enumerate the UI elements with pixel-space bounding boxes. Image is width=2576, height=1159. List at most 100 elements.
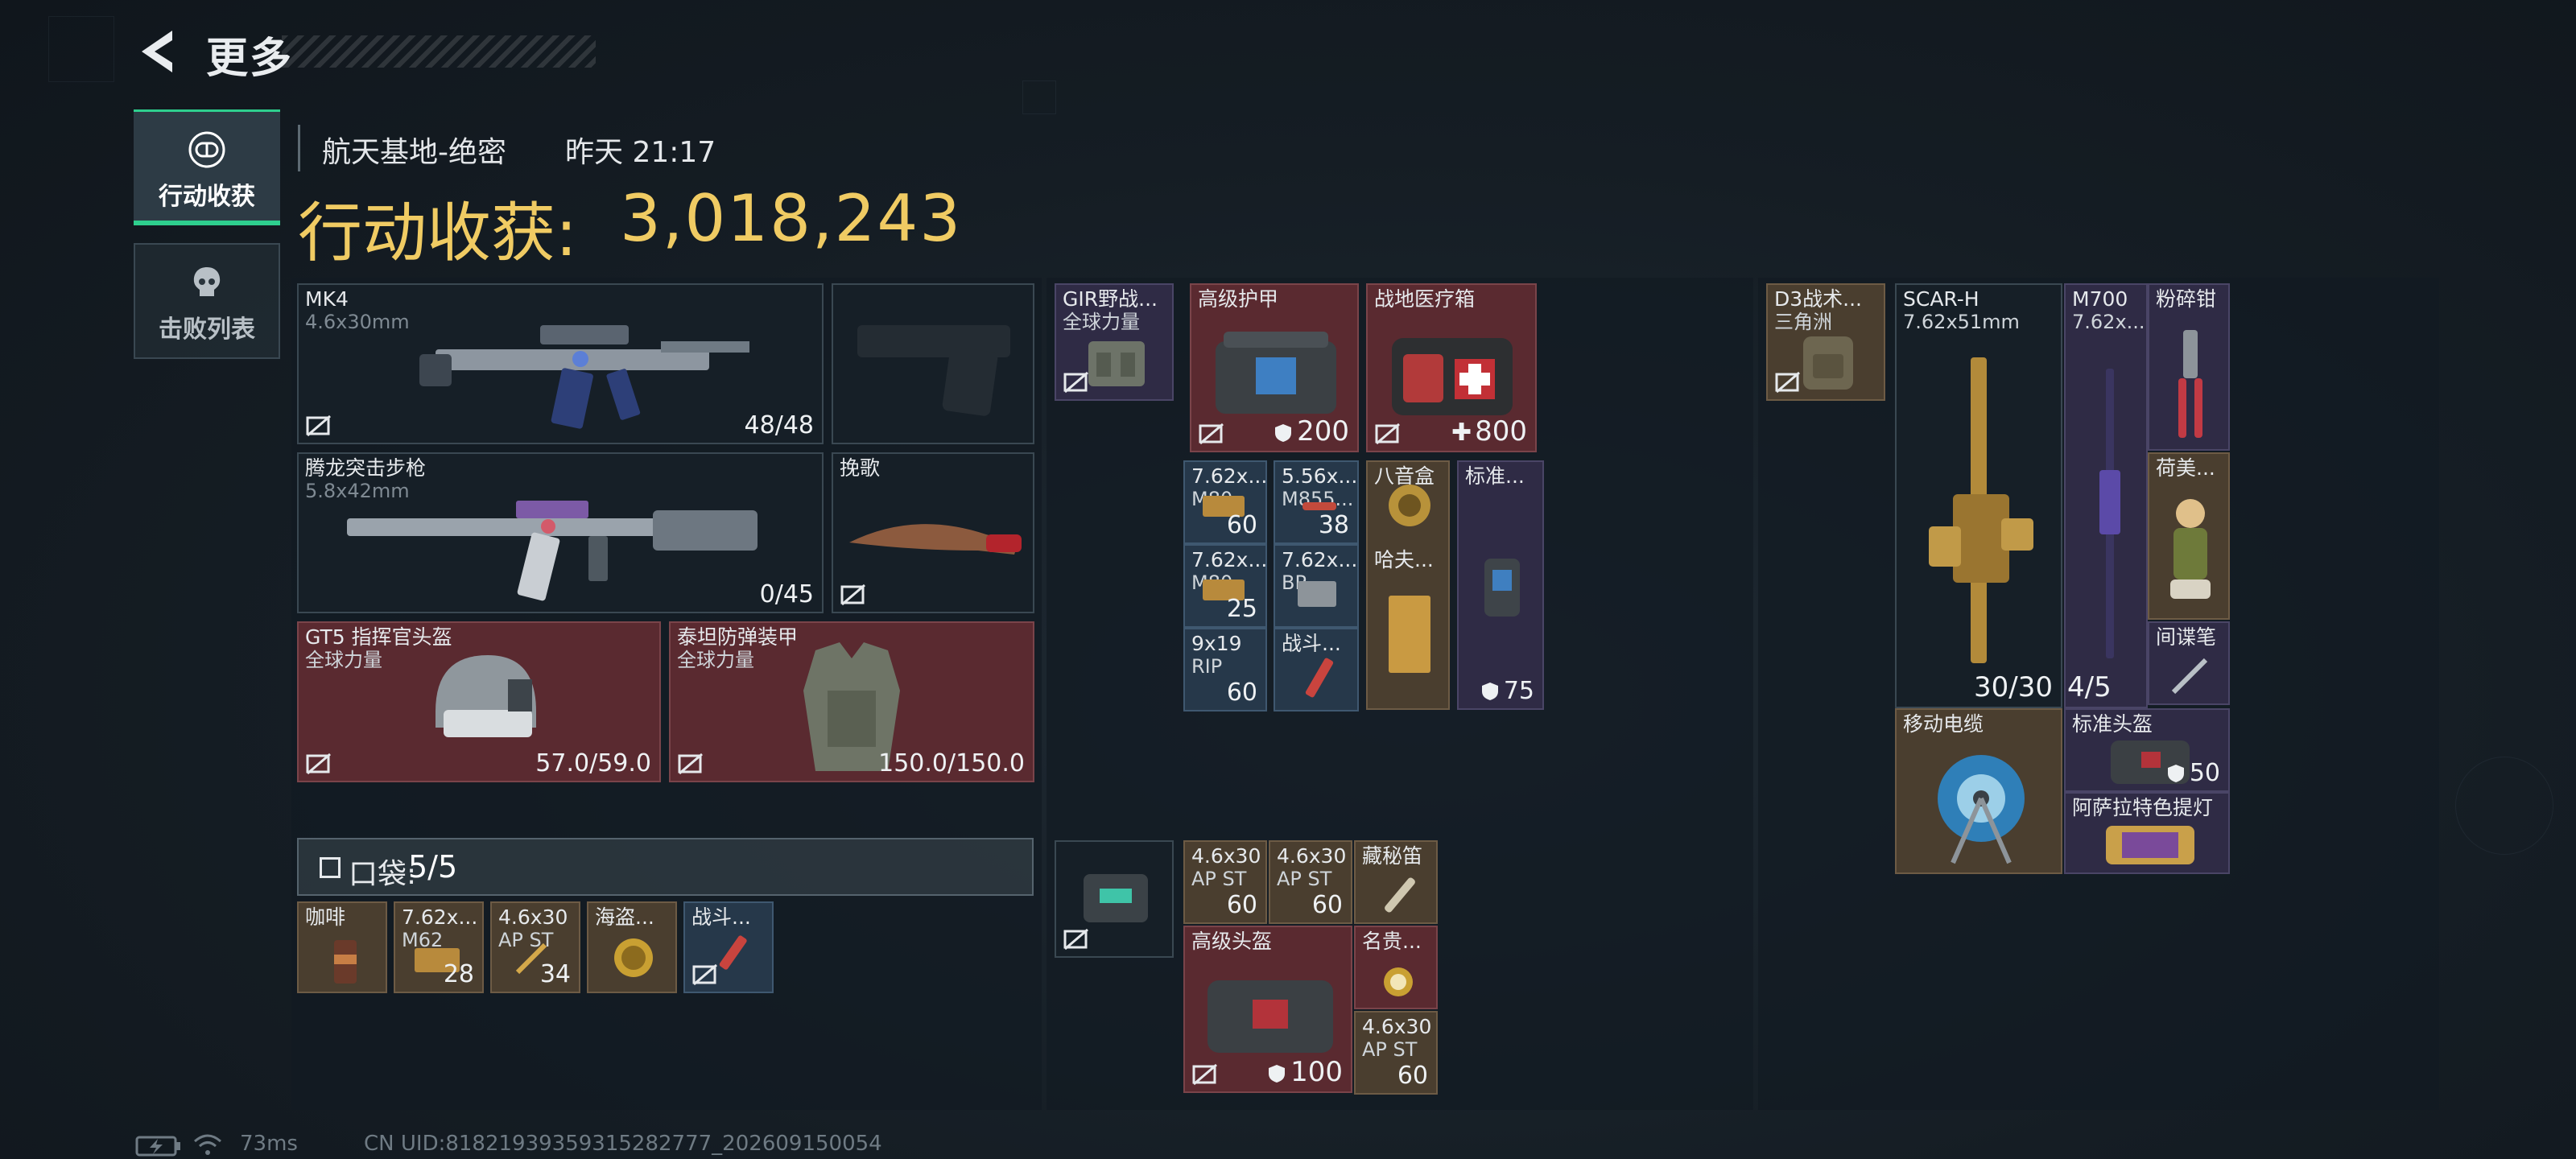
stim-injector-icon xyxy=(1305,658,1334,698)
no-insure-icon xyxy=(1199,423,1224,445)
backpack-item[interactable]: 阿萨拉特色提灯 xyxy=(2064,792,2230,874)
tab-kill-list[interactable]: 击败列表 xyxy=(134,243,280,359)
helmet-slot[interactable]: GT5 指挥官头盔 全球力量 57.0/59.0 xyxy=(297,621,661,782)
rifle-icon xyxy=(419,325,749,429)
item-name: 海盗... xyxy=(595,905,654,929)
item-tag: 全球力量 xyxy=(305,649,382,671)
armor-slot[interactable]: 泰坦防弹装甲 全球力量 150.0/150.0 xyxy=(669,621,1034,782)
rig-item[interactable]: 标准... 75 xyxy=(1457,460,1544,710)
heal-value: 800 xyxy=(1475,415,1527,448)
ammo-count: 30/30 xyxy=(1974,671,2053,703)
durability: 200 xyxy=(1274,415,1349,448)
item-name: 5.56x... xyxy=(1282,464,1358,488)
pocket-item[interactable]: 4.6x30 AP ST 34 xyxy=(490,901,580,993)
title-hatch-decoration xyxy=(282,35,596,68)
durability: 75 xyxy=(1481,677,1534,705)
figurine-icon xyxy=(2170,499,2211,599)
lantern-icon xyxy=(2106,826,2194,864)
no-insure-icon xyxy=(1063,371,1088,394)
pocket-label: 口袋: xyxy=(349,858,417,891)
pocket-item[interactable]: 战斗... xyxy=(683,901,774,993)
tab-label: 行动收获 xyxy=(159,183,255,211)
back-button[interactable] xyxy=(135,27,184,76)
durability-value: 75 xyxy=(1503,677,1534,705)
ammo-box-icon xyxy=(1298,581,1336,607)
item-name: 泰坦防弹装甲 xyxy=(677,625,799,649)
bag-item[interactable]: 名贵... xyxy=(1354,926,1438,1009)
item-name: 阿萨拉特色提灯 xyxy=(2072,796,2214,819)
pistol-slot[interactable] xyxy=(832,283,1034,444)
item-name: 移动电缆 xyxy=(1903,712,1984,736)
rig-item[interactable]: 八音盒 哈夫... xyxy=(1366,460,1450,710)
bag-item[interactable]: 4.6x30 AP ST 60 xyxy=(1269,840,1352,924)
item-name: 4.6x30 xyxy=(1362,1015,1432,1038)
shield-icon xyxy=(1275,424,1292,442)
item-name: 9x19 xyxy=(1191,632,1242,655)
item-name: 间谍笔 xyxy=(2156,625,2217,649)
rig-item[interactable]: 高级护甲 200 xyxy=(1190,283,1359,452)
durability-value: 100 xyxy=(1290,1056,1343,1088)
item-count: 60 xyxy=(1226,891,1257,919)
backpack-item[interactable]: 粉碎钳 xyxy=(2148,283,2230,451)
melee-slot[interactable]: 挽歌 xyxy=(832,452,1034,613)
bag-item[interactable]: 4.6x30 AP ST 60 xyxy=(1354,1011,1438,1095)
item-name: 战斗... xyxy=(691,905,751,929)
durability: 57.0/59.0 xyxy=(535,749,651,777)
bg-decoration xyxy=(2455,757,2553,855)
tab-label: 击败列表 xyxy=(159,316,255,344)
bag-item[interactable]: 高级头盔 100 xyxy=(1183,926,1352,1093)
secure-case-slot[interactable] xyxy=(1055,840,1174,958)
backpack-item[interactable]: 间谍笔 xyxy=(2148,621,2230,705)
backpack-item[interactable]: 荷美... xyxy=(2148,452,2230,620)
gain-value: 3,018,243 xyxy=(620,181,963,256)
backpack-item[interactable]: SCAR-H 7.62x51mm 30/30 xyxy=(1895,283,2062,708)
skull-icon xyxy=(193,267,221,296)
item-caliber: 7.62x... xyxy=(2072,311,2145,333)
user-uid: CN UID:81821939359315282777_202609150054 xyxy=(364,1132,882,1156)
item-count: 25 xyxy=(1226,595,1257,623)
item-name: 高级护甲 xyxy=(1198,287,1279,311)
ammo-count: 0/45 xyxy=(759,580,814,608)
rig-item[interactable]: 战地医疗箱 ✚ 800 xyxy=(1366,283,1537,452)
durability-value: 50 xyxy=(2189,759,2220,787)
tab-loot-gain[interactable]: 行动收获 xyxy=(134,109,280,225)
durability: 50 xyxy=(2167,759,2220,787)
no-insure-icon xyxy=(1775,371,1800,394)
bag-item[interactable]: 藏秘笛 xyxy=(1354,840,1438,924)
rig-item[interactable]: 7.62x... M80 25 xyxy=(1183,544,1267,628)
item-name: GIR野战... xyxy=(1063,287,1158,311)
item-name: D3战术... xyxy=(1774,287,1862,311)
durability-value: 200 xyxy=(1297,415,1349,448)
rig-item[interactable]: 9x19 RIP 60 xyxy=(1183,628,1267,711)
backpack-slot[interactable]: D3战术... 三角洲 xyxy=(1766,283,1885,401)
divider xyxy=(298,125,300,171)
rig-item[interactable]: 5.56x... M855... 38 xyxy=(1274,460,1359,544)
pocket-item[interactable]: 7.62x... M62 28 xyxy=(394,901,484,993)
medkit-icon xyxy=(1392,338,1513,415)
durability: 100 xyxy=(1268,1056,1343,1088)
rig-item[interactable]: 7.62x... M80 60 xyxy=(1183,460,1267,544)
bg-decoration xyxy=(48,16,114,82)
secondary-weapon-slot[interactable]: 腾龙突击步枪 5.8x42mm 0/45 xyxy=(297,452,824,613)
pocket-item[interactable]: 咖啡 xyxy=(297,901,387,993)
pocket-item[interactable]: 海盗... xyxy=(587,901,677,993)
primary-weapon-slot[interactable]: MK4 4.6x30mm 48/48 xyxy=(297,283,824,444)
backpack-item[interactable]: 移动电缆 xyxy=(1895,708,2062,874)
chest-rig-slot[interactable]: GIR野战... 全球力量 xyxy=(1055,283,1174,401)
item-name: 腾龙突击步枪 xyxy=(305,456,427,480)
item-count: 60 xyxy=(1311,891,1343,919)
durability: 150.0/150.0 xyxy=(878,749,1025,777)
rig-item[interactable]: 7.62x... BP xyxy=(1274,544,1359,628)
backpack-item[interactable]: 标准头盔 50 xyxy=(2064,708,2230,792)
no-insure-icon xyxy=(692,963,717,986)
shield-icon xyxy=(1481,683,1498,700)
pocket-capacity: 5/5 xyxy=(408,849,458,885)
rig-item[interactable]: 战斗... xyxy=(1274,628,1359,711)
bag-item[interactable]: 4.6x30 AP ST 60 xyxy=(1183,840,1267,924)
item-sub: AP ST xyxy=(1191,868,1247,890)
backpack-item[interactable]: M700 7.62x... 4/5 xyxy=(2064,283,2148,708)
no-insure-icon xyxy=(678,753,703,775)
item-name: 战斗... xyxy=(1282,632,1341,655)
item-count: 34 xyxy=(539,960,571,988)
item-name: M700 xyxy=(2072,287,2128,311)
